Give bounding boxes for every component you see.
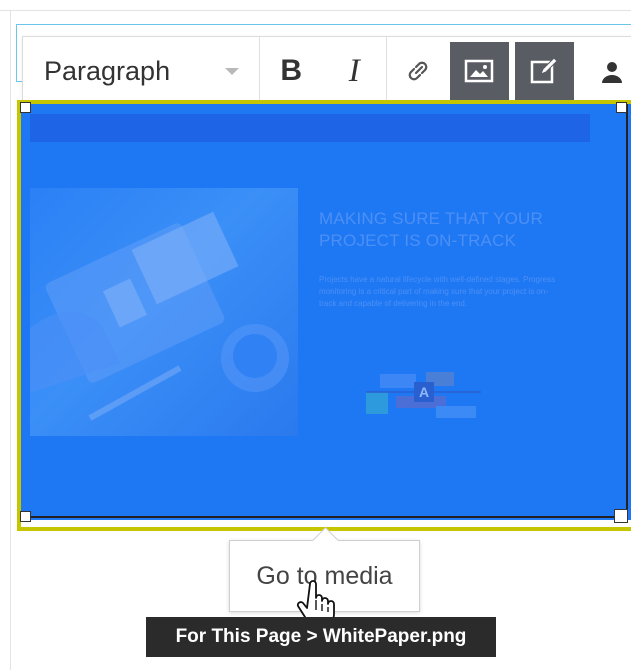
resize-handle-bottom-left[interactable] bbox=[20, 511, 31, 522]
selection-bottom-line bbox=[21, 516, 627, 518]
bold-button[interactable]: B bbox=[260, 37, 323, 105]
italic-button[interactable]: I bbox=[323, 37, 386, 105]
user-icon bbox=[601, 62, 622, 83]
format-value: Paragraph bbox=[44, 55, 171, 86]
resize-handle-bottom-right[interactable] bbox=[614, 509, 628, 523]
resize-handle-top-right[interactable] bbox=[616, 102, 627, 113]
selected-image[interactable]: MAKING SURE THAT YOUR PROJECT IS ON-TRAC… bbox=[21, 104, 631, 520]
image-icon bbox=[465, 59, 494, 83]
image-diagram: A bbox=[366, 372, 481, 418]
editor-toolbar: Paragraph B I bbox=[22, 36, 631, 106]
image-body-text: Projects have a natural lifecycle with w… bbox=[319, 275, 556, 308]
edit-media-button[interactable] bbox=[514, 42, 575, 100]
selection-right-line bbox=[626, 104, 628, 518]
resize-handle-top-left[interactable] bbox=[20, 102, 31, 113]
image-heading-text: MAKING SURE THAT YOUR PROJECT IS ON-TRAC… bbox=[319, 209, 543, 250]
link-icon bbox=[408, 61, 428, 81]
user-button[interactable] bbox=[580, 37, 631, 105]
format-dropdown[interactable]: Paragraph bbox=[23, 37, 260, 105]
image-photo-area bbox=[30, 188, 298, 436]
image-header-band bbox=[30, 114, 590, 142]
diagram-letter: A bbox=[419, 384, 429, 400]
media-path-tooltip: For This Page > WhitePaper.png bbox=[146, 617, 496, 657]
link-button[interactable] bbox=[387, 37, 450, 105]
chevron-down-icon bbox=[224, 67, 239, 75]
insert-image-button[interactable] bbox=[449, 42, 509, 100]
tooltip-text: For This Page > WhitePaper.png bbox=[175, 626, 467, 647]
editor-left-edge bbox=[10, 10, 11, 670]
editor-top-edge bbox=[0, 10, 631, 11]
photo-illustration bbox=[30, 211, 289, 421]
edit-icon bbox=[531, 57, 559, 84]
